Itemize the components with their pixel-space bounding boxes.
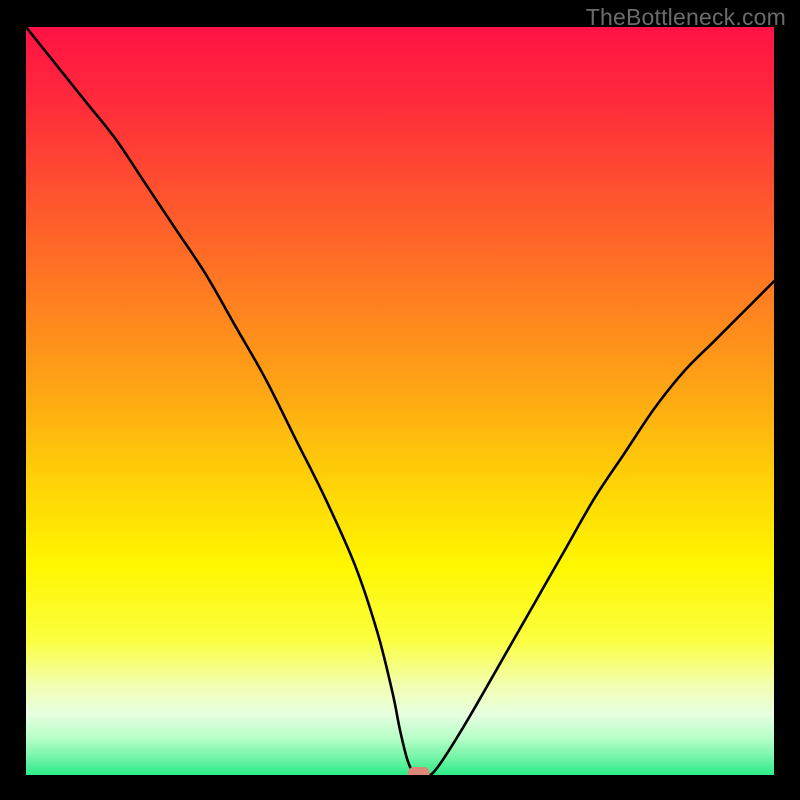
bottleneck-chart (0, 0, 800, 800)
watermark-text: TheBottleneck.com (586, 4, 786, 31)
chart-frame: { "watermark": "TheBottleneck.com", "col… (0, 0, 800, 800)
optimal-point-marker (408, 767, 430, 779)
plot-background (26, 27, 774, 775)
